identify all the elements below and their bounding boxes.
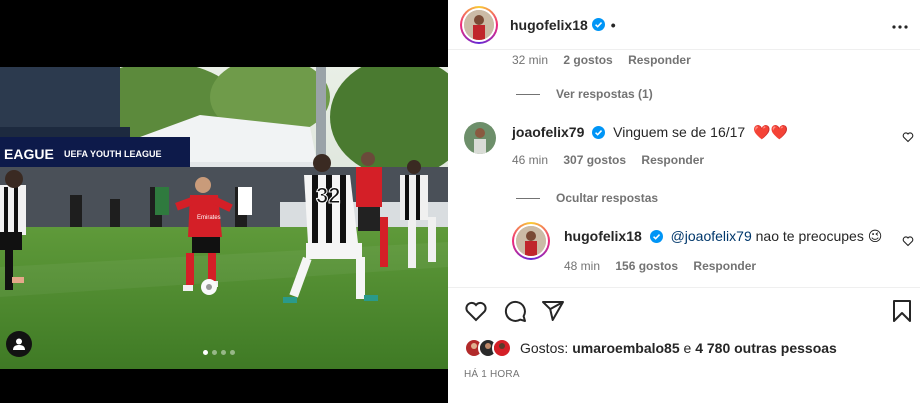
comment-text: Vinguem se de 16/17 (613, 124, 746, 140)
comment-button[interactable] (503, 299, 527, 328)
view-replies-button[interactable]: Ver respostas (1) (516, 87, 653, 101)
save-post-button[interactable] (892, 299, 912, 328)
comment-emoji: ❤️❤️ (753, 124, 788, 140)
carousel-dot (221, 350, 226, 355)
user-icon (13, 338, 25, 350)
view-replies-label: Ver respostas (1) (556, 87, 653, 101)
avatar-photo (464, 122, 496, 154)
shirt-number: 32 (316, 183, 340, 208)
shirt-sponsor: Emirates (197, 215, 221, 221)
liker-avatar (492, 338, 512, 358)
tagged-users-button[interactable] (6, 331, 32, 357)
post-actions-bar (448, 287, 920, 332)
liker-avatars[interactable] (464, 338, 512, 358)
instagram-post-view: EAGUE UEFA YOUTH LEAGUE Emirates 32 hugo… (0, 0, 920, 403)
more-horizontal-icon (892, 25, 908, 29)
likes-conj: e (679, 340, 696, 356)
comment-time: 48 min (564, 259, 601, 273)
reply-button[interactable]: Responder (641, 153, 704, 167)
banner-text-2: UEFA YOUTH LEAGUE (64, 149, 162, 159)
more-options-button[interactable] (892, 13, 908, 34)
heart-icon (902, 236, 914, 247)
likes-others-count[interactable]: 4 780 outras pessoas (695, 340, 837, 356)
avatar-photo (516, 226, 546, 256)
bookmark-icon (893, 300, 911, 322)
carousel-indicator (203, 350, 235, 355)
verified-badge-icon (649, 230, 663, 243)
reply-text: nao te preocupes (751, 228, 868, 244)
carousel-dot (230, 350, 235, 355)
share-button[interactable] (541, 299, 565, 328)
comment-time: 46 min (512, 153, 549, 167)
post-timestamp[interactable]: HÁ 1 HORA (464, 369, 520, 380)
heart-icon (902, 132, 914, 143)
comment: joaofelix79 Vinguem se de 16/17 ❤️❤️ 46 … (464, 122, 788, 167)
like-post-button[interactable] (464, 299, 488, 328)
commenter-username[interactable]: joaofelix79 (512, 124, 584, 140)
comment-time: 32 min (512, 53, 549, 67)
mention-link[interactable]: @joaofelix79 (671, 228, 752, 244)
carousel-dot (203, 350, 208, 355)
carousel-dot (212, 350, 217, 355)
comment-likes-count[interactable]: 2 gostos (563, 53, 612, 67)
post-side-panel: hugofelix18 • 32 min 2 gostos Responder … (448, 0, 920, 403)
post-media: EAGUE UEFA YOUTH LEAGUE Emirates 32 (0, 0, 448, 403)
send-icon (542, 301, 564, 321)
reply-emoji: 😉 (867, 228, 883, 244)
verified-badge-icon (592, 126, 606, 139)
comment-likes-count[interactable]: 307 gostos (563, 153, 626, 167)
commenter-avatar[interactable] (464, 122, 496, 154)
avatar-photo (464, 9, 494, 40)
replier-avatar[interactable] (512, 222, 550, 260)
liker-username[interactable]: umaroembalo85 (572, 340, 679, 356)
prev-comment-meta: 32 min 2 gostos Responder (512, 53, 703, 67)
reply-button[interactable]: Responder (628, 53, 691, 67)
replier-username[interactable]: hugofelix18 (564, 228, 642, 244)
likes-summary: Gostos: umaroembalo85 e 4 780 outras pes… (464, 338, 837, 358)
author-avatar[interactable] (460, 5, 498, 44)
likes-prefix: Gostos: (520, 340, 569, 356)
heart-icon (465, 301, 487, 322)
verified-badge-icon (591, 18, 605, 31)
like-comment-button[interactable] (902, 130, 914, 148)
like-reply-button[interactable] (902, 234, 914, 252)
reply-comment: hugofelix18 @joaofelix79 nao te preocupe… (512, 222, 882, 273)
post-header: hugofelix18 • (448, 0, 920, 50)
comment-icon (504, 300, 526, 322)
hide-replies-button[interactable]: Ocultar respostas (516, 191, 658, 205)
comment-likes-count[interactable]: 156 gostos (615, 259, 678, 273)
post-photo[interactable]: EAGUE UEFA YOUTH LEAGUE Emirates 32 (0, 67, 448, 369)
author-username[interactable]: hugofelix18 (510, 17, 588, 33)
hide-replies-label: Ocultar respostas (556, 191, 659, 205)
banner-text: EAGUE (4, 146, 54, 162)
header-separator: • (610, 16, 616, 33)
reply-button[interactable]: Responder (693, 259, 756, 273)
football-match-image: EAGUE UEFA YOUTH LEAGUE Emirates 32 (0, 67, 448, 369)
